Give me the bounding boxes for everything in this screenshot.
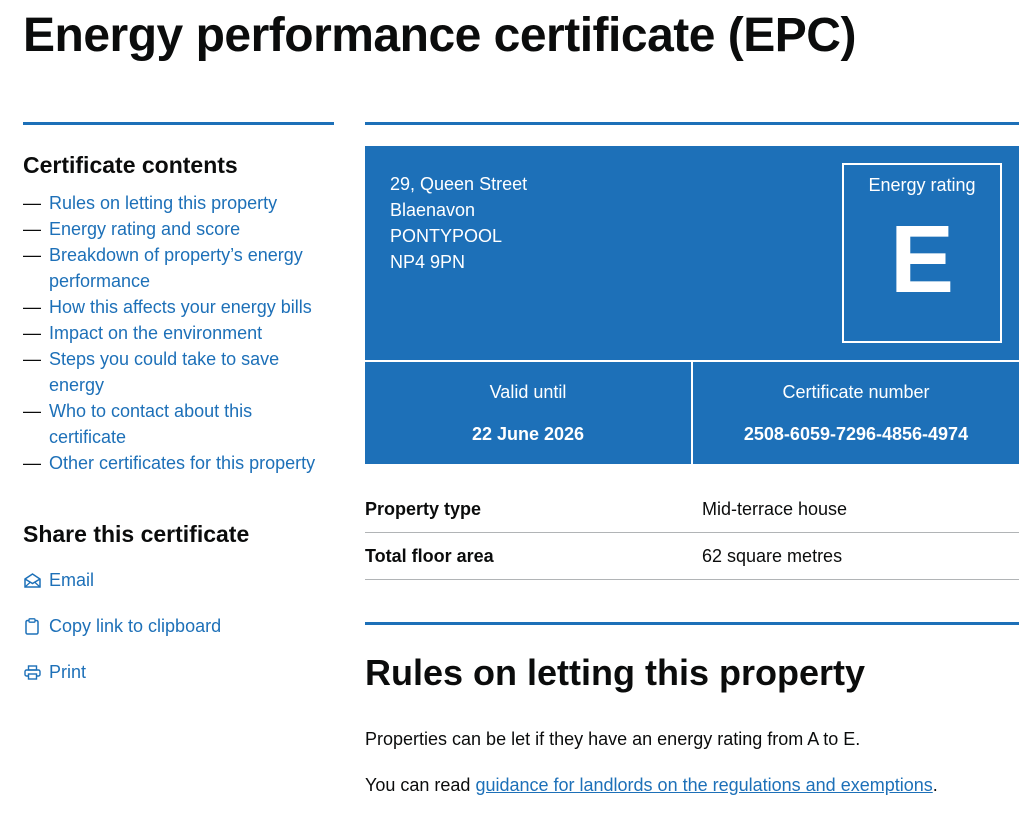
share-print: Print: [23, 659, 334, 685]
contents-link-bills[interactable]: How this affects your energy bills: [49, 297, 312, 317]
dash-marker: —: [23, 219, 41, 239]
section-rule: [365, 622, 1019, 625]
address-line: 29, Queen Street: [390, 174, 528, 194]
guidance-prefix: You can read: [365, 775, 476, 795]
contents-item: — Energy rating and score: [23, 216, 334, 242]
property-address: 29, Queen Street Blaenavon PONTYPOOL NP4…: [390, 171, 527, 275]
print-button[interactable]: Print: [49, 662, 86, 683]
property-summary-list: Property type Mid-terrace house Total fl…: [365, 486, 1019, 580]
contents-item: — Impact on the environment: [23, 320, 334, 346]
contents-item: — Other certificates for this property: [23, 450, 334, 476]
summary-row: Total floor area 62 square metres: [365, 533, 1019, 580]
summary-key: Total floor area: [365, 545, 494, 566]
address-line: Blaenavon: [390, 200, 476, 220]
rules-section-heading: Rules on letting this property: [365, 652, 866, 693]
contents-link-steps[interactable]: Steps you could take to save energy: [49, 349, 279, 395]
dash-marker: —: [23, 245, 41, 265]
energy-rating-letter: E: [889, 206, 955, 313]
share-email: Email: [23, 567, 334, 593]
copy-link-button[interactable]: Copy link to clipboard: [49, 616, 221, 637]
contents-link-breakdown[interactable]: Breakdown of property’s energy performan…: [49, 245, 303, 291]
contents-link-other-certificates[interactable]: Other certificates for this property: [49, 453, 315, 473]
email-link[interactable]: Email: [49, 570, 94, 591]
energy-rating-label: Energy rating: [868, 175, 976, 195]
certificate-number-cell: Certificate number 2508-6059-7296-4856-4…: [693, 362, 1019, 464]
dash-marker: —: [23, 401, 41, 421]
guidance-link[interactable]: guidance for landlords on the regulation…: [475, 775, 932, 795]
share-heading: Share this certificate: [23, 521, 250, 547]
dash-marker: —: [23, 349, 41, 369]
address-line: NP4 9PN: [390, 252, 466, 272]
share-list: Email Copy link to clipboard Print: [23, 567, 334, 685]
epc-summary-panel: 29, Queen Street Blaenavon PONTYPOOL NP4…: [365, 146, 1019, 464]
valid-until-label: Valid until: [489, 382, 567, 402]
contents-heading: Certificate contents: [23, 152, 238, 178]
address-line: PONTYPOOL: [390, 226, 503, 246]
rules-paragraph: Properties can be let if they have an en…: [365, 729, 861, 749]
contents-item: — Rules on letting this property: [23, 190, 334, 216]
contents-link-rating[interactable]: Energy rating and score: [49, 219, 240, 239]
dash-marker: —: [23, 297, 41, 317]
contents-link-contact[interactable]: Who to contact about this certificate: [49, 401, 252, 447]
certificate-number-label: Certificate number: [782, 382, 930, 402]
certificate-number-value: 2508-6059-7296-4856-4974: [743, 424, 969, 444]
contents-item: — How this affects your energy bills: [23, 294, 334, 320]
page-title: Energy performance certificate (EPC): [23, 9, 856, 62]
valid-until-cell: Valid until 22 June 2026: [365, 362, 691, 464]
sidebar-top-rule: [23, 122, 334, 125]
main-content: 29, Queen Street Blaenavon PONTYPOOL NP4…: [365, 122, 1019, 798]
summary-value: 62 square metres: [702, 545, 843, 566]
printer-icon: [23, 663, 41, 681]
clipboard-icon: [23, 617, 41, 635]
energy-rating-box: Energy rating E: [842, 163, 1002, 343]
contents-list: — Rules on letting this property — Energy …: [23, 190, 334, 476]
dash-marker: —: [23, 453, 41, 473]
summary-value: Mid-terrace house: [702, 498, 848, 519]
contents-link-environment[interactable]: Impact on the environment: [49, 323, 262, 343]
envelope-icon: [23, 571, 41, 589]
guidance-suffix: .: [932, 775, 938, 795]
guidance-paragraph: You can read guidance for landlords on t…: [365, 772, 1019, 798]
contents-item: — Steps you could take to save energy: [23, 346, 334, 398]
share-copy: Copy link to clipboard: [23, 613, 334, 639]
dash-marker: —: [23, 193, 41, 213]
valid-until-value: 22 June 2026: [471, 424, 585, 444]
summary-key: Property type: [365, 498, 482, 519]
contents-item: — Breakdown of property’s energy performa…: [23, 242, 334, 294]
contents-link-rules[interactable]: Rules on letting this property: [49, 193, 277, 213]
contents-item: — Who to contact about this certificate: [23, 398, 334, 450]
dash-marker: —: [23, 323, 41, 343]
main-top-rule: [365, 122, 1019, 125]
sidebar: Certificate contents — Rules on letting t…: [23, 122, 334, 705]
summary-row: Property type Mid-terrace house: [365, 486, 1019, 533]
